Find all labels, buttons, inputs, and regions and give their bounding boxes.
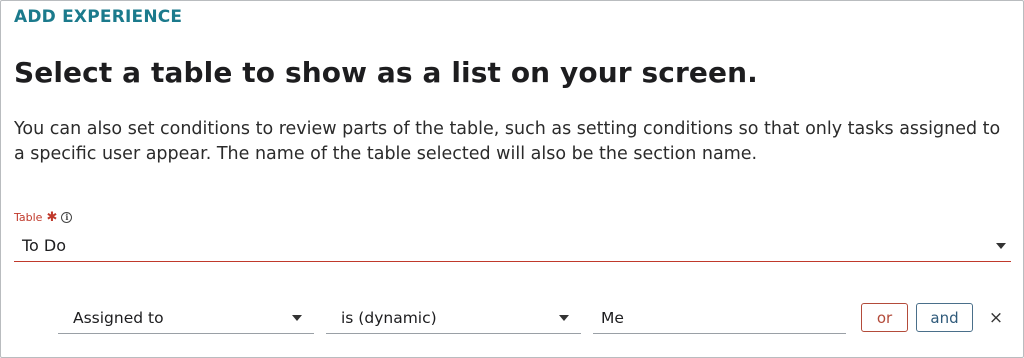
page-description: You can also set conditions to review pa… [14,119,1001,164]
condition-operator-value: is (dynamic) [341,308,437,327]
chevron-down-icon [996,243,1006,249]
chevron-down-icon [559,315,569,321]
eyebrow-heading: ADD EXPERIENCE [14,7,183,27]
page-title: Select a table to show as a list on your… [14,56,758,89]
table-select[interactable]: To Do [14,230,1011,262]
table-field-label: Table ✱ i [14,210,73,225]
condition-field-select[interactable]: Assigned to [58,302,314,334]
table-select-value: To Do [22,236,67,255]
condition-value-text: Me [601,308,624,327]
condition-field-value: Assigned to [73,308,164,327]
add-experience-panel: ADD EXPERIENCE Select a table to show as… [0,0,1024,358]
info-icon[interactable]: i [61,212,73,223]
and-button[interactable]: and [916,303,973,332]
condition-operator-select[interactable]: is (dynamic) [326,302,581,334]
table-label-text: Table [14,211,43,224]
chevron-down-icon [292,315,302,321]
close-icon[interactable]: × [988,309,1004,327]
condition-value-input[interactable]: Me [593,302,846,334]
required-asterisk-icon: ✱ [46,210,58,225]
or-button[interactable]: or [861,303,908,332]
